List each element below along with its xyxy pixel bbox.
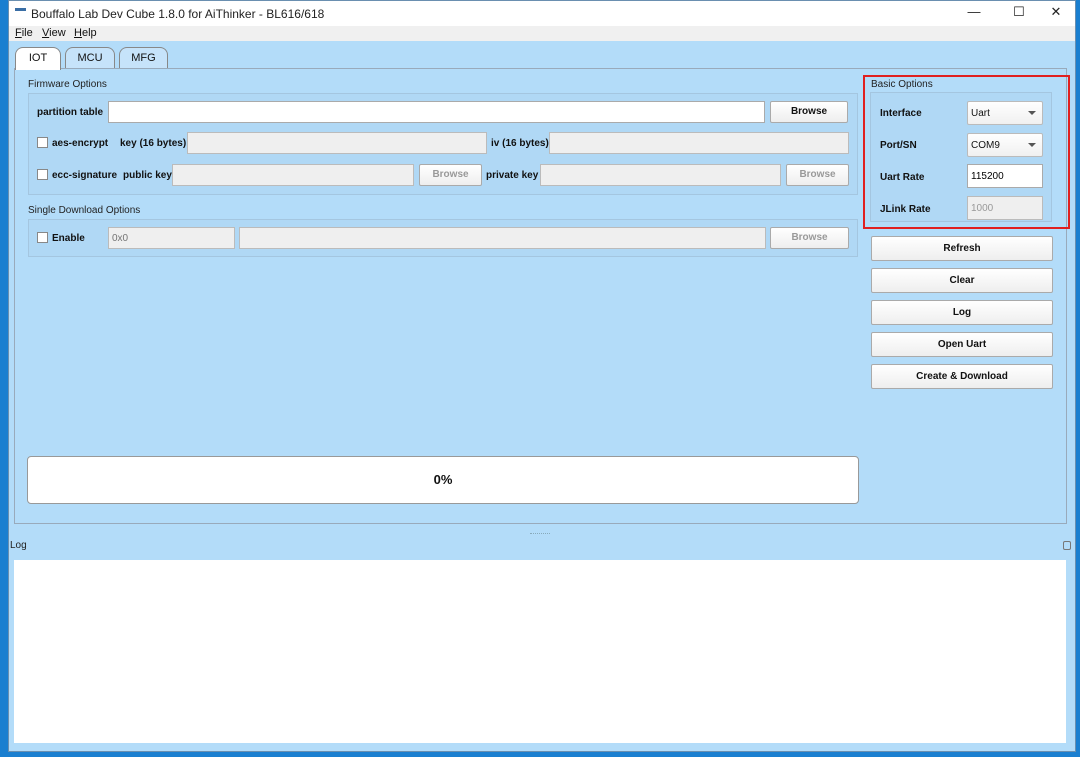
title-bar: Bouffalo Lab Dev Cube 1.8.0 for AiThinke… bbox=[9, 1, 1075, 26]
ecc-signature-label: ecc-signature bbox=[52, 170, 118, 181]
public-key-input[interactable] bbox=[172, 164, 414, 186]
refresh-button[interactable]: Refresh bbox=[871, 236, 1053, 261]
tab-iot[interactable]: IOT bbox=[15, 47, 61, 70]
log-button[interactable]: Log bbox=[871, 300, 1053, 325]
private-key-input[interactable] bbox=[540, 164, 781, 186]
iv-input[interactable] bbox=[549, 132, 849, 154]
tab-mcu[interactable]: MCU bbox=[65, 47, 115, 69]
public-key-label: public key bbox=[123, 170, 172, 181]
partition-table-input[interactable] bbox=[108, 101, 765, 123]
single-download-title: Single Download Options bbox=[28, 205, 141, 216]
log-output[interactable] bbox=[14, 560, 1066, 743]
tab-mfg[interactable]: MFG bbox=[119, 47, 168, 69]
splitter-handle[interactable] bbox=[530, 533, 550, 535]
private-key-label: private key bbox=[486, 170, 539, 181]
progress-bar: 0% bbox=[27, 456, 859, 504]
key-label: key (16 bytes) bbox=[120, 138, 187, 149]
partition-table-label: partition table bbox=[37, 107, 104, 118]
close-button[interactable]: ✕ bbox=[1041, 4, 1071, 22]
address-input[interactable] bbox=[108, 227, 235, 249]
maximize-button[interactable]: ☐ bbox=[1004, 4, 1034, 22]
menu-file[interactable]: File bbox=[15, 27, 33, 39]
public-key-browse-button[interactable]: Browse bbox=[419, 164, 482, 186]
aes-encrypt-label: aes-encrypt bbox=[52, 138, 109, 149]
firmware-options-title: Firmware Options bbox=[28, 79, 107, 90]
enable-label: Enable bbox=[52, 233, 85, 244]
ecc-signature-checkbox[interactable] bbox=[37, 169, 48, 180]
log-title: Log bbox=[10, 540, 27, 551]
undock-icon[interactable] bbox=[1063, 541, 1071, 550]
menu-bar: File View Help bbox=[9, 26, 1075, 41]
aes-encrypt-checkbox[interactable] bbox=[37, 137, 48, 148]
create-download-button[interactable]: Create & Download bbox=[871, 364, 1053, 389]
key-input[interactable] bbox=[187, 132, 487, 154]
clear-button[interactable]: Clear bbox=[871, 268, 1053, 293]
single-browse-button[interactable]: Browse bbox=[770, 227, 849, 249]
minimize-button[interactable]: — bbox=[959, 4, 989, 22]
progress-text: 0% bbox=[433, 472, 453, 487]
iv-label: iv (16 bytes) bbox=[491, 138, 549, 149]
enable-checkbox[interactable] bbox=[37, 232, 48, 243]
single-file-input[interactable] bbox=[239, 227, 766, 249]
open-uart-button[interactable]: Open Uart bbox=[871, 332, 1053, 357]
window-title: Bouffalo Lab Dev Cube 1.8.0 for AiThinke… bbox=[31, 7, 325, 21]
basic-options-highlight bbox=[863, 75, 1070, 229]
menu-help[interactable]: Help bbox=[74, 27, 97, 39]
app-icon bbox=[15, 8, 26, 17]
menu-view[interactable]: View bbox=[42, 27, 66, 39]
partition-browse-button[interactable]: Browse bbox=[770, 101, 848, 123]
private-key-browse-button[interactable]: Browse bbox=[786, 164, 849, 186]
